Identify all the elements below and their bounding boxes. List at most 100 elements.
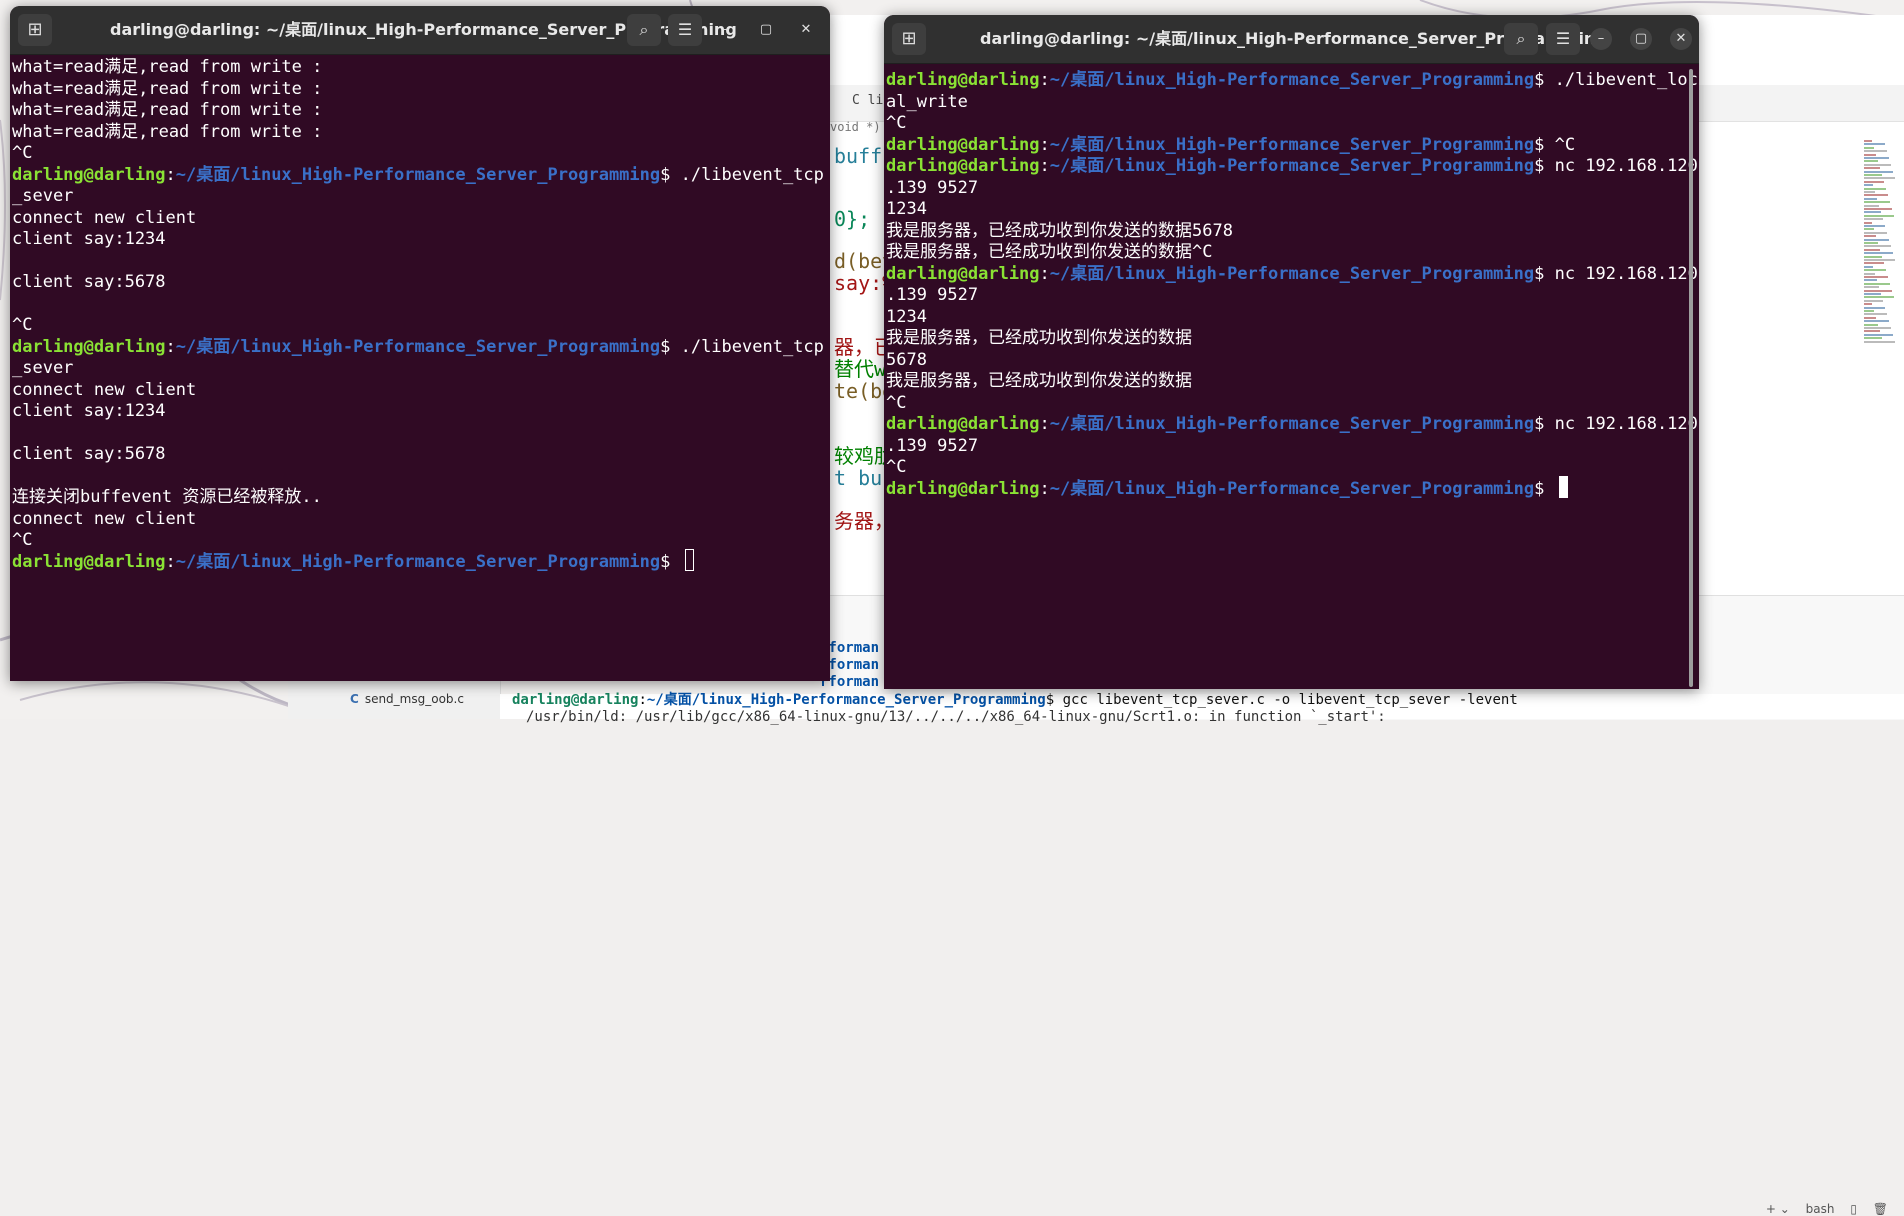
maximize-icon[interactable]: ▢ bbox=[1630, 28, 1652, 50]
minimap-line bbox=[1864, 204, 1879, 207]
minimap-line bbox=[1864, 265, 1873, 268]
prompt-user: darling@darling bbox=[12, 336, 166, 357]
prompt-path: ~/桌面/linux_High-Performance_Server_Progr… bbox=[1049, 156, 1535, 176]
minimap-line bbox=[1864, 313, 1887, 316]
maximize-icon[interactable]: ▢ bbox=[755, 19, 777, 41]
minimap-line bbox=[1864, 174, 1882, 176]
integrated-terminal-line: /usr/bin/ld: /usr/lib/gcc/x86_64-linux-g… bbox=[526, 709, 1386, 725]
prompt-user: darling@darling bbox=[886, 478, 1040, 499]
editor-minimap[interactable] bbox=[1864, 140, 1898, 360]
output-line: client say:5678 bbox=[12, 272, 166, 292]
minimap-line bbox=[1864, 225, 1885, 227]
minimap-line bbox=[1864, 262, 1884, 265]
minimap-line bbox=[1864, 211, 1881, 214]
minimap-line bbox=[1864, 323, 1878, 326]
minimap-line bbox=[1864, 296, 1894, 299]
minimap-line bbox=[1864, 293, 1881, 295]
terminal-output[interactable]: what=read满足,read from write : what=read满足… bbox=[10, 54, 830, 681]
prompt-line: darling@darling:~/桌面/linux_High-Performa… bbox=[886, 411, 1698, 437]
command-text: $ bbox=[1534, 478, 1555, 499]
command-text: $ ./libevent_loc bbox=[1534, 70, 1698, 90]
minimap-line bbox=[1864, 153, 1876, 156]
minimap-line bbox=[1864, 276, 1888, 278]
output-line: client say:1234 bbox=[12, 229, 166, 249]
search-icon[interactable]: ⌕ bbox=[1504, 23, 1538, 55]
prompt-user: darling@darling bbox=[886, 134, 1040, 155]
minimize-icon[interactable]: – bbox=[1590, 28, 1612, 50]
add-terminal-button[interactable]: + ⌄ bbox=[1766, 1202, 1790, 1216]
trash-icon[interactable]: 🗑 bbox=[1873, 1202, 1888, 1216]
minimap-line bbox=[1864, 289, 1892, 292]
prompt-path: ~/桌面/linux_High-Performance_Server_Progr… bbox=[1049, 70, 1535, 90]
minimap-line bbox=[1864, 177, 1895, 180]
minimize-icon[interactable]: – bbox=[715, 19, 737, 41]
search-icon[interactable]: ⌕ bbox=[627, 14, 661, 46]
prompt-user: darling@darling bbox=[12, 551, 166, 572]
output-line: connect new client bbox=[12, 508, 197, 529]
minimap-line bbox=[1864, 146, 1874, 149]
titlebar[interactable]: ⊞ darling@darling: ~/桌面/linux_High-Perfo… bbox=[884, 15, 1699, 64]
close-icon[interactable]: ✕ bbox=[795, 19, 817, 41]
minimap-line bbox=[1864, 330, 1880, 333]
prompt-path: ~/桌面/linux_High-Performance_Server_Progr… bbox=[175, 551, 661, 572]
output-line: client say:5678 bbox=[12, 444, 166, 464]
minimap-line bbox=[1864, 221, 1872, 224]
minimap-line bbox=[1864, 245, 1891, 248]
titlebar[interactable]: ⊞ darling@darling: ~/桌面/linux_High-Perfo… bbox=[10, 6, 830, 55]
scrollbar[interactable] bbox=[1689, 69, 1693, 687]
prompt-path: ~/桌面/linux_High-Performance_Server_Progr… bbox=[1049, 478, 1535, 499]
split-terminal-icon[interactable]: ▯ bbox=[1850, 1202, 1857, 1216]
command-text: $ ^C bbox=[1534, 134, 1576, 155]
terminal-window-left[interactable]: ⊞ darling@darling: ~/桌面/linux_High-Perfo… bbox=[10, 6, 830, 681]
minimap-line bbox=[1864, 191, 1875, 193]
prompt-line: darling@darling:~/桌面/linux_High-Performa… bbox=[886, 67, 1698, 93]
minimap-line bbox=[1864, 170, 1893, 173]
minimap-line bbox=[1864, 231, 1887, 234]
c-file-icon: C bbox=[350, 692, 359, 706]
integrated-terminal[interactable]: darling@darling:~/桌面/linux_High-Performa… bbox=[500, 692, 1904, 725]
minimap-line bbox=[1864, 299, 1883, 302]
new-tab-icon[interactable]: ⊞ bbox=[18, 14, 52, 46]
minimap-line bbox=[1864, 218, 1883, 221]
terminal-output[interactable]: darling@darling:~/桌面/linux_High-Performa… bbox=[884, 63, 1699, 689]
prompt-user: darling@darling bbox=[886, 70, 1040, 90]
window-title: darling@darling: ~/桌面/linux_High-Perform… bbox=[110, 20, 737, 39]
minimap-line bbox=[1864, 320, 1889, 323]
command-text: $ bbox=[660, 551, 681, 572]
text-cursor[interactable] bbox=[1558, 475, 1568, 498]
prompt-separator: : bbox=[165, 164, 176, 185]
file-name: send_msg_oob.c bbox=[364, 692, 464, 706]
text-cursor[interactable] bbox=[684, 548, 694, 571]
prompt-separator: : bbox=[165, 551, 176, 572]
prompt-line: darling@darling:~/桌面/linux_High-Performa… bbox=[886, 475, 1568, 502]
minimap-line bbox=[1864, 238, 1889, 241]
prompt-separator: : bbox=[1039, 134, 1050, 155]
minimap-line bbox=[1864, 282, 1890, 285]
minimap-line bbox=[1864, 340, 1895, 343]
prompt-user: darling@darling bbox=[886, 263, 1040, 284]
new-tab-icon[interactable]: ⊞ bbox=[892, 23, 926, 55]
hamburger-menu-icon[interactable]: ☰ bbox=[1546, 23, 1580, 55]
hamburger-menu-icon[interactable]: ☰ bbox=[668, 14, 702, 46]
prompt-path: ~/桌面/linux_High-Performance_Server_Progr… bbox=[175, 164, 661, 185]
terminal-window-right[interactable]: ⊞ darling@darling: ~/桌面/linux_High-Perfo… bbox=[884, 15, 1699, 689]
close-icon[interactable]: ✕ bbox=[1670, 28, 1692, 50]
prompt-user: darling@darling bbox=[12, 164, 166, 185]
minimap-line bbox=[1864, 201, 1890, 204]
terminal-shell-label[interactable]: bash bbox=[1806, 1202, 1835, 1216]
prompt-user: darling@darling bbox=[886, 156, 1040, 176]
minimap-line bbox=[1864, 259, 1895, 261]
code-fragment: 0}; bbox=[834, 207, 871, 231]
minimap-line bbox=[1864, 306, 1885, 309]
minimap-line bbox=[1864, 167, 1880, 170]
minimap-line bbox=[1864, 252, 1893, 255]
minimap-line bbox=[1864, 228, 1874, 231]
minimap-line bbox=[1864, 242, 1878, 244]
file-item-send-msg-oob[interactable]: Csend_msg_oob.c bbox=[350, 692, 464, 706]
minimap-line bbox=[1864, 333, 1893, 336]
minimap-line bbox=[1864, 150, 1887, 153]
prompt-path: ~/桌面/linux_High-Performance_Server_Progr… bbox=[1049, 134, 1535, 155]
prompt-line: darling@darling:~/桌面/linux_High-Performa… bbox=[12, 162, 824, 188]
code-fragment: buff bbox=[834, 144, 883, 168]
integrated-terminal-line: darling@darling:~/桌面/linux_High-Performa… bbox=[512, 692, 1518, 708]
